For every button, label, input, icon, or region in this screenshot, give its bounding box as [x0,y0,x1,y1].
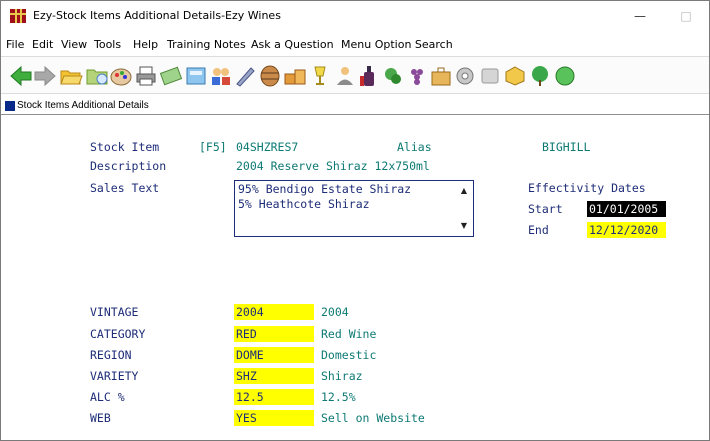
f5-lookup-hint[interactable]: [F5] [199,140,227,154]
alias-label: Alias [397,140,432,154]
menu-bar: File Edit View Tools Help Training Notes… [1,35,709,55]
app-window: Ezy-Stock Items Additional Details-Ezy W… [0,0,710,441]
attr-web-desc: Sell on Website [321,411,425,425]
attr-region-code[interactable]: DOME [234,347,314,363]
card-icon[interactable] [478,64,502,88]
folder-icon[interactable] [85,64,109,88]
start-label: Start [528,202,563,216]
end-date-field[interactable]: 12/12/2020 [587,222,666,238]
attr-alc-code[interactable]: 12.5 [234,389,314,405]
attr-vintage-label: VINTAGE [90,305,139,319]
glass-icon[interactable] [308,64,332,88]
attr-web-label: WEB [90,411,111,425]
barrel-icon[interactable] [258,64,282,88]
tree-icon[interactable] [528,64,552,88]
palette-icon[interactable] [109,64,133,88]
menu-option-search[interactable]: Menu Option Search [341,38,453,51]
pen-icon[interactable] [233,64,257,88]
attr-region-desc: Domestic [321,348,377,362]
menu-help[interactable]: Help [133,38,158,51]
attr-region-label: REGION [90,348,132,362]
note-icon[interactable] [159,64,183,88]
sales-text-label: Sales Text [90,181,160,195]
toolbar [1,56,709,94]
vine-icon[interactable] [381,64,405,88]
attr-variety-code[interactable]: SHZ [234,368,314,384]
menu-training-notes[interactable]: Training Notes [167,38,246,51]
stock-item-value[interactable]: 04SHZRES7 [236,140,298,154]
money-icon[interactable] [553,64,577,88]
attr-variety-label: VARIETY [90,369,139,383]
briefcase-icon[interactable] [429,64,453,88]
forward-arrow-icon[interactable] [33,64,57,88]
back-arrow-icon[interactable] [9,64,33,88]
sales-text-line: 95% Bendigo Estate Shiraz [238,182,412,196]
app-grid-icon [10,9,26,23]
menu-file[interactable]: File [6,38,24,51]
printer-icon[interactable] [134,64,158,88]
subwindow-header: Stock Items Additional Details [1,97,709,115]
attr-category-desc: Red Wine [321,327,377,341]
attr-category-label: CATEGORY [90,327,146,341]
subwindow-title: Stock Items Additional Details [17,100,149,111]
attr-web-code[interactable]: YES [234,410,314,426]
start-date-field[interactable]: 01/01/2005 [587,201,666,217]
description-label: Description [90,159,167,173]
window-title: Ezy-Stock Items Additional Details-Ezy W… [33,9,281,22]
attr-vintage-desc: 2004 [321,305,349,319]
folder-open-icon[interactable] [59,64,83,88]
wine-bottle-icon[interactable] [357,64,381,88]
menu-ask-a-question[interactable]: Ask a Question [251,38,334,51]
form-icon [5,101,15,111]
sales-text-area[interactable]: 95% Bendigo Estate Shiraz 5% Heathcote S… [234,180,474,237]
alias-value[interactable]: BIGHILL [542,140,590,154]
title-bar: Ezy-Stock Items Additional Details-Ezy W… [1,1,709,31]
attr-category-code[interactable]: RED [234,326,314,342]
grapes-icon[interactable] [405,64,429,88]
sales-text-line: 5% Heathcote Shiraz [238,197,370,211]
cube-icon[interactable] [503,64,527,88]
menu-view[interactable]: View [61,38,87,51]
stock-item-label: Stock Item [90,140,160,154]
scroll-up-icon[interactable]: ▲ [459,186,469,196]
attr-variety-desc: Shiraz [321,369,363,383]
person-icon[interactable] [333,64,357,88]
attr-alc-label: ALC % [90,390,125,404]
menu-edit[interactable]: Edit [32,38,53,51]
description-value[interactable]: 2004 Reserve Shiraz 12x750ml [236,159,430,173]
attr-vintage-code[interactable]: 2004 [234,304,314,320]
gear-icon[interactable] [453,64,477,88]
calculator-icon[interactable] [184,64,208,88]
menu-tools[interactable]: Tools [94,38,121,51]
maximize-button[interactable]: □ [675,7,697,25]
end-label: End [528,223,549,237]
boxes-icon[interactable] [283,64,307,88]
scroll-down-icon[interactable]: ▼ [459,221,469,231]
effectivity-dates-label: Effectivity Dates [528,181,646,195]
minimize-button[interactable]: — [629,7,651,25]
people-icon[interactable] [209,64,233,88]
attr-alc-desc: 12.5% [321,390,356,404]
